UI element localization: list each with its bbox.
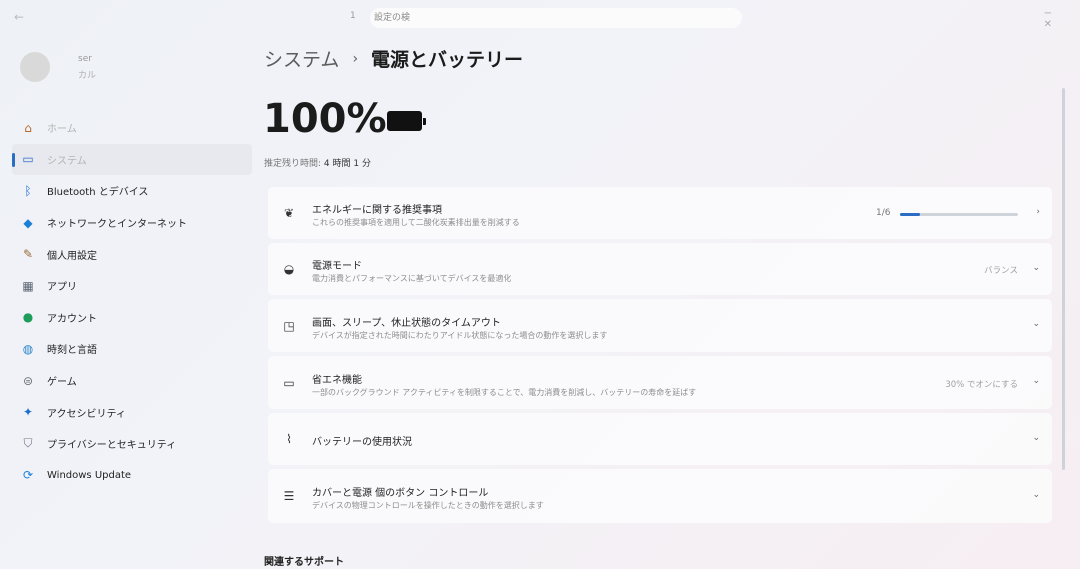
breadcrumb-parent[interactable]: システム <box>264 45 339 72</box>
chevron-down-icon: ⌄ <box>1032 433 1040 443</box>
sidebar-item-home[interactable]: ⌂ ホーム <box>12 112 252 144</box>
sidebar-item-label: 時刻と言語 <box>47 345 97 357</box>
remaining-time-value: 4 時間 1 分 <box>323 159 371 169</box>
sidebar-item-accounts[interactable]: ● アカウント <box>12 302 252 334</box>
leaf-icon: ❦ <box>283 206 295 220</box>
home-icon: ⌂ <box>24 120 32 135</box>
card-title: カバーと電源 個のボタン コントロール <box>312 488 489 499</box>
system-icon: ▭ <box>22 152 34 167</box>
apps-icon: ▦ <box>22 278 34 293</box>
sidebar-item-privacy-security[interactable]: ⛉ プライバシーとセキュリティ <box>12 428 252 460</box>
globe-icon: ◍ <box>22 341 34 356</box>
sidebar-item-personalization[interactable]: ✎ 個人用設定 <box>12 238 252 270</box>
profile-name: ser <box>78 54 92 64</box>
related-support-heading: 関連するサポート <box>264 557 344 568</box>
profile-email: カル <box>78 71 97 81</box>
sidebar-item-label: プライバシーとセキュリティ <box>47 440 177 452</box>
sidebar-item-bluetooth[interactable]: ᛒ Bluetooth とデバイス <box>12 175 252 207</box>
sidebar-item-label: アカウント <box>47 313 97 325</box>
recommendations-count: 1/6 <box>876 208 891 218</box>
back-button[interactable]: ← <box>14 9 56 25</box>
card-screen-sleep-timeouts[interactable]: ◳ 画面、スリープ、休止状態のタイムアウト デバイスが指定された時間にわたりアイ… <box>268 299 1052 352</box>
card-title: 省エネ機能 <box>312 375 362 386</box>
sidebar-item-accessibility[interactable]: ✦ アクセシビリティ <box>12 396 252 428</box>
chart-icon: ⌇ <box>286 432 292 446</box>
card-description: デバイスが指定された時間にわたりアイドル状態になった場合の動作を選択します <box>312 331 608 340</box>
page-title: 電源とバッテリー <box>371 49 524 71</box>
scrollbar[interactable] <box>1062 88 1065 470</box>
chevron-down-icon: ⌄ <box>1032 263 1040 273</box>
card-title: 画面、スリープ、休止状態のタイムアウト <box>312 318 501 329</box>
accessibility-icon: ✦ <box>22 405 34 420</box>
chevron-down-icon: ⌄ <box>1032 376 1040 386</box>
battery-saver-icon: ▭ <box>283 376 295 390</box>
search-text: 設定の検 <box>374 13 411 23</box>
title-bar: ← 1 設定の検 − ✕ <box>0 0 1080 34</box>
card-power-mode[interactable]: ◒ 電源モード 電力消費とパフォーマンスに基づいてデバイスを最適化 バランス ⌄ <box>268 243 1052 295</box>
energy-saver-value[interactable]: 30% でオンにする <box>945 378 1018 390</box>
remaining-time-label: 推定残り時間: <box>264 159 322 169</box>
screen-sleep-icon: ◳ <box>283 319 295 333</box>
window-controls[interactable]: − ✕ <box>1010 8 1070 30</box>
update-icon: ⟳ <box>22 468 34 483</box>
sidebar-item-label: ネットワークとインターネット <box>47 219 187 231</box>
sidebar-item-label: ゲーム <box>47 377 77 389</box>
breadcrumb: システム › 電源とバッテリー <box>264 45 523 72</box>
gamepad-icon: ⊜ <box>22 373 34 388</box>
power-mode-icon: ◒ <box>283 262 295 276</box>
buttons-list-icon: ☰ <box>283 489 295 503</box>
battery-percentage: 100% <box>263 96 387 142</box>
power-mode-dropdown[interactable]: バランス <box>984 264 1018 276</box>
card-energy-saver[interactable]: ▭ 省エネ機能 一部のバックグラウンド アクティビティを制限することで、電力消費… <box>268 356 1052 409</box>
remaining-time: 推定残り時間: 4 時間 1 分 <box>264 156 371 169</box>
card-description: 一部のバックグラウンド アクティビティを制限することで、電力消費を削減し、バッテ… <box>312 388 697 397</box>
bluetooth-icon: ᛒ <box>24 183 32 198</box>
sidebar-item-label: Windows Update <box>47 469 132 481</box>
sidebar-item-label: Bluetooth とデバイス <box>47 187 149 199</box>
card-title: バッテリーの使用状況 <box>312 437 412 448</box>
sidebar: ser カル ⌂ ホーム ▭ システム ᛒ Bluetooth とデバイス ◆ … <box>0 34 252 569</box>
sidebar-item-apps[interactable]: ▦ アプリ <box>12 270 252 302</box>
sidebar-item-label: ホーム <box>47 124 77 136</box>
sidebar-item-label: 個人用設定 <box>47 250 97 262</box>
sidebar-nav: ⌂ ホーム ▭ システム ᛒ Bluetooth とデバイス ◆ ネットワークと… <box>12 112 252 491</box>
back-icon: ← <box>14 10 25 24</box>
card-lid-power-buttons[interactable]: ☰ カバーと電源 個のボタン コントロール デバイスの物理コントロールを操作した… <box>268 469 1052 523</box>
card-title: エネルギーに関する推奨事項 <box>312 205 442 216</box>
sidebar-item-network[interactable]: ◆ ネットワークとインターネット <box>12 207 252 239</box>
sidebar-item-system[interactable]: ▭ システム <box>12 143 252 176</box>
sidebar-item-label: システム <box>47 155 87 167</box>
sidebar-item-gaming[interactable]: ⊜ ゲーム <box>12 365 252 397</box>
breadcrumb-separator: › <box>352 50 359 67</box>
shield-icon: ⛉ <box>23 436 33 451</box>
card-title: 電源モード <box>312 261 362 272</box>
card-description: 電力消費とパフォーマンスに基づいてデバイスを最適化 <box>312 274 512 283</box>
card-energy-recommendations[interactable]: ❦ エネルギーに関する推奨事項 これらの推奨事項を適用して二酸化炭素排出量を削減… <box>268 187 1052 239</box>
settings-search-input[interactable]: 設定の検 <box>370 8 742 28</box>
battery-icon <box>387 111 426 131</box>
window-controls-glyphs: − ✕ <box>1043 8 1070 30</box>
settings-cards: ❦ エネルギーに関する推奨事項 これらの推奨事項を適用して二酸化炭素排出量を削減… <box>268 187 1052 527</box>
chevron-right-icon: › <box>1036 207 1040 217</box>
account-icon: ● <box>22 310 34 325</box>
chevron-down-icon: ⌄ <box>1032 490 1040 500</box>
card-description: これらの推奨事項を適用して二酸化炭素排出量を削減する <box>312 218 520 227</box>
recommendations-progress-fill <box>900 213 920 216</box>
sidebar-item-label: アクセシビリティ <box>47 408 126 420</box>
chevron-down-icon: ⌄ <box>1032 319 1040 329</box>
sidebar-item-label: アプリ <box>47 282 77 294</box>
card-battery-usage[interactable]: ⌇ バッテリーの使用状況 ⌄ <box>268 413 1052 465</box>
card-description: デバイスの物理コントロールを操作したときの動作を選択します <box>312 501 544 510</box>
brush-icon: ✎ <box>22 247 34 262</box>
tab-number: 1 <box>350 11 356 21</box>
wifi-icon: ◆ <box>23 215 33 230</box>
recommendations-progress <box>900 213 1018 216</box>
sidebar-item-windows-update[interactable]: ⟳ Windows Update <box>12 460 252 492</box>
sidebar-item-time-language[interactable]: ◍ 時刻と言語 <box>12 333 252 365</box>
avatar <box>20 52 50 82</box>
